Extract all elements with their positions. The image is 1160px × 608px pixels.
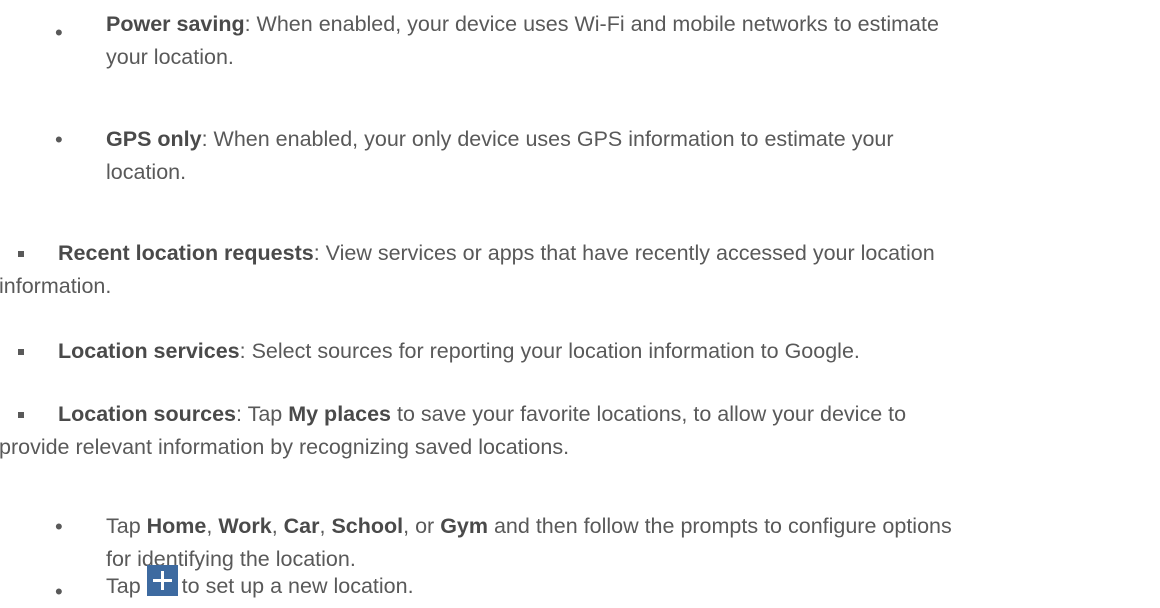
list-item-text: Tap to set up a new location. <box>106 565 1146 603</box>
description-text: Tap <box>106 514 147 538</box>
bullet-dot: • <box>55 514 63 539</box>
term-location-sources: Location sources <box>58 402 237 426</box>
term-recent-location-requests: Recent location requests <box>58 241 314 265</box>
term-gym: Gym <box>440 514 488 538</box>
bullet-dot: • <box>55 20 63 45</box>
bullet-square <box>18 251 24 257</box>
description-text: Tap <box>106 574 141 598</box>
list-item-text: Recent location requests: View services … <box>0 237 1149 303</box>
term-power-saving: Power saving <box>106 12 245 36</box>
term-car: Car <box>283 514 320 538</box>
term-school: School <box>331 514 404 538</box>
description-text: to set up a new location. <box>181 574 414 598</box>
description-text: and then follow the prompts to configure… <box>488 514 952 538</box>
description-line: your location. <box>106 45 234 69</box>
term-location-services: Location services <box>58 339 240 363</box>
term-gps-only: GPS only <box>106 127 202 151</box>
description-line: : View services or apps that have recent… <box>313 241 935 265</box>
description-text: : Tap <box>236 402 289 426</box>
term-home: Home <box>146 514 207 538</box>
term-work: Work <box>218 514 272 538</box>
description-line: : When enabled, your device uses Wi-Fi a… <box>244 12 939 36</box>
separator: , <box>271 514 284 538</box>
description-text: to save your favorite locations, to allo… <box>391 402 907 426</box>
separator: , or <box>403 514 441 538</box>
description-line: : When enabled, your only device uses GP… <box>201 127 894 151</box>
list-item-text: Location services: Select sources for re… <box>58 335 1149 368</box>
list-item-text: GPS only: When enabled, your only device… <box>106 123 1146 189</box>
description-line: provide relevant information by recogniz… <box>0 435 570 459</box>
separator: , <box>319 514 332 538</box>
bullet-dot: • <box>55 579 63 604</box>
add-icon <box>146 565 178 596</box>
term-my-places: My places <box>288 402 391 426</box>
bullet-square <box>18 349 24 355</box>
bullet-dot: • <box>55 127 63 152</box>
list-item-text: Power saving: When enabled, your device … <box>106 8 1146 74</box>
bullet-square <box>18 412 24 418</box>
separator: , <box>206 514 219 538</box>
description-line: information. <box>0 274 112 298</box>
description-line: : Select sources for reporting your loca… <box>239 339 860 363</box>
list-item-text: Location sources: Tap My places to save … <box>0 398 1149 464</box>
description-line: location. <box>106 160 187 184</box>
